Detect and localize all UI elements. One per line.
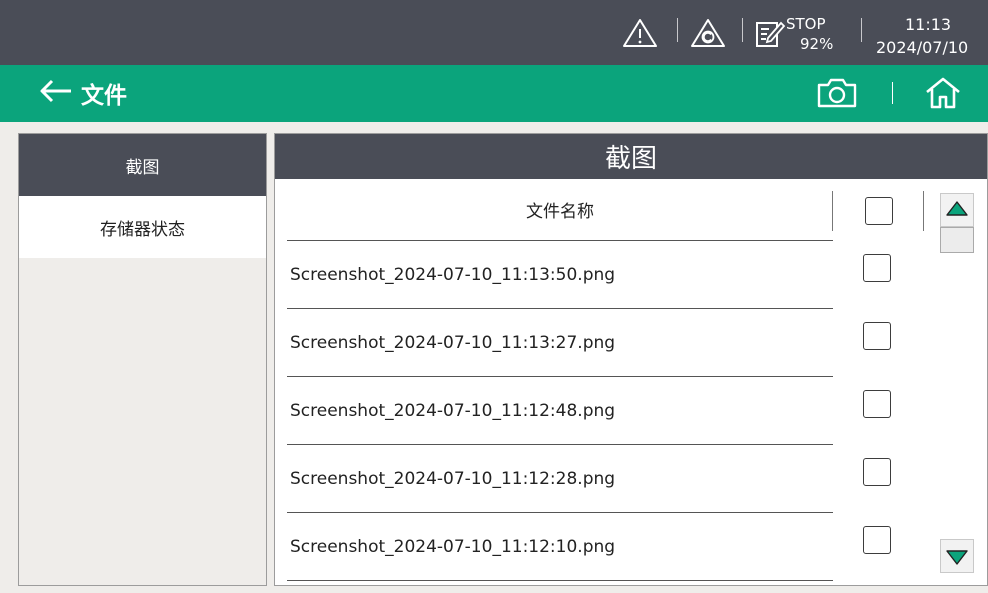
- file-checkbox[interactable]: [863, 390, 891, 418]
- column-separator: [923, 191, 924, 231]
- sidebar-item-label: 截图: [125, 157, 160, 178]
- column-header-filename: 文件名称: [287, 179, 833, 241]
- scroll-down-button[interactable]: [940, 539, 974, 573]
- file-checkbox[interactable]: [863, 526, 891, 554]
- column-separator: [832, 191, 833, 231]
- clock-time: 11:13: [905, 15, 952, 34]
- file-row[interactable]: Screenshot_2024-07-10_11:12:48.png: [287, 377, 833, 445]
- file-checkbox[interactable]: [863, 322, 891, 350]
- file-row[interactable]: Screenshot_2024-07-10_11:13:50.png: [287, 241, 833, 309]
- header-separator: [892, 82, 893, 104]
- file-name: Screenshot_2024-07-10_11:13:27.png: [290, 332, 616, 353]
- stop-label: STOP: [786, 15, 826, 33]
- panel-title-bar: 截图: [275, 134, 987, 179]
- back-arrow-icon: [38, 79, 74, 107]
- program-edit-icon[interactable]: [754, 18, 786, 54]
- status-separator: [861, 18, 862, 42]
- page-title: 文件: [81, 83, 127, 109]
- file-name: Screenshot_2024-07-10_11:12:10.png: [290, 536, 616, 557]
- home-icon: [924, 77, 962, 114]
- warning-icon[interactable]: [622, 18, 658, 52]
- file-row[interactable]: Screenshot_2024-07-10_11:13:27.png: [287, 309, 833, 377]
- back-button[interactable]: 文件: [38, 77, 127, 109]
- home-button[interactable]: [924, 76, 962, 114]
- file-name: Screenshot_2024-07-10_11:12:48.png: [290, 400, 616, 421]
- header-bar: 文件: [0, 65, 988, 122]
- sidebar-item-storage-status[interactable]: 存储器状态: [19, 196, 266, 258]
- triangle-down-icon: [941, 550, 973, 576]
- status-bar: STOP 92% 11:13 2024/07/10: [0, 0, 988, 65]
- camera-icon: [816, 78, 858, 113]
- scrollbar-thumb[interactable]: [940, 227, 974, 253]
- column-header-label: 文件名称: [526, 202, 594, 222]
- sidebar: 截图 存储器状态: [18, 133, 267, 586]
- alarm-c-icon[interactable]: [690, 18, 726, 52]
- panel-title: 截图: [604, 144, 657, 174]
- clock-date: 2024/07/10: [876, 38, 969, 57]
- file-list-panel: 截图 文件名称 Screenshot_2024-07-10_11:13:50.p…: [274, 133, 988, 586]
- status-separator: [677, 18, 678, 42]
- battery-label: 92%: [800, 35, 834, 53]
- status-separator: [742, 18, 743, 42]
- file-row[interactable]: Screenshot_2024-07-10_11:12:28.png: [287, 445, 833, 513]
- select-all-checkbox[interactable]: [865, 197, 893, 225]
- file-row[interactable]: Screenshot_2024-07-10_11:12:10.png: [287, 513, 833, 581]
- file-name: Screenshot_2024-07-10_11:13:50.png: [290, 264, 616, 285]
- file-name: Screenshot_2024-07-10_11:12:28.png: [290, 468, 616, 489]
- sidebar-item-screenshots[interactable]: 截图: [19, 134, 266, 196]
- file-checkbox[interactable]: [863, 254, 891, 282]
- camera-button[interactable]: [816, 77, 858, 113]
- scroll-up-button[interactable]: [940, 193, 974, 227]
- sidebar-item-label: 存储器状态: [100, 219, 185, 240]
- file-checkbox[interactable]: [863, 458, 891, 486]
